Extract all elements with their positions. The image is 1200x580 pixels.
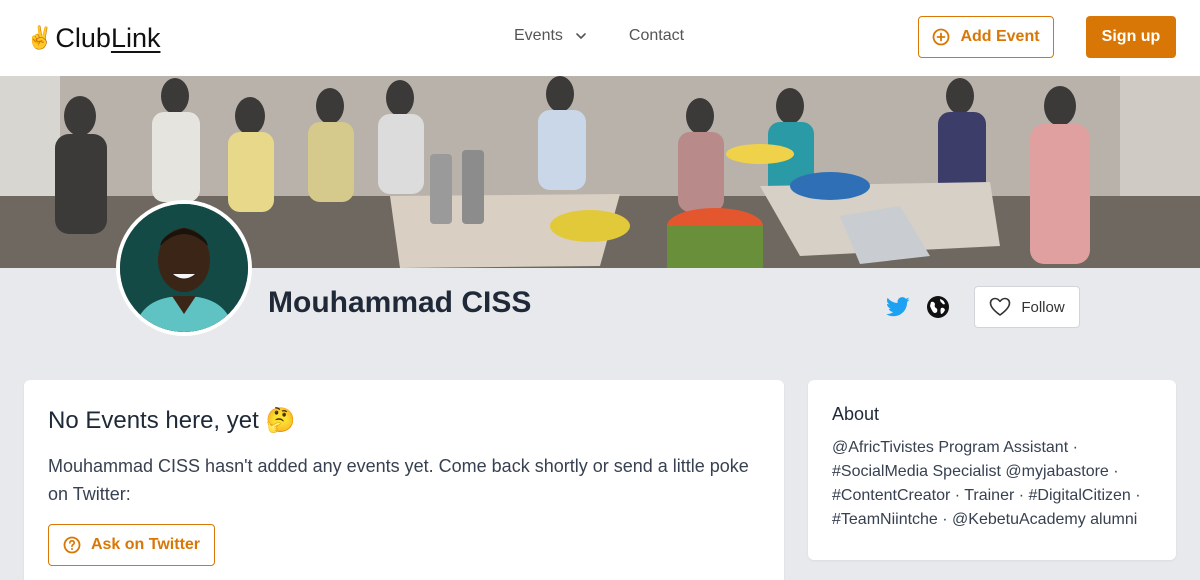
- nav-events-dropdown[interactable]: Events: [514, 27, 587, 45]
- about-card-title: About: [832, 404, 880, 424]
- sign-up-label: Sign up: [1101, 28, 1161, 45]
- profile-name: Mouhammad CISS: [268, 286, 532, 319]
- logo-text-club: Club: [55, 22, 111, 53]
- events-card-title: No Events here, yet 🤔: [48, 407, 296, 434]
- follow-label: Follow: [1021, 298, 1065, 316]
- nav-events-label: Events: [514, 27, 563, 44]
- globe-icon[interactable]: [926, 295, 950, 319]
- events-card: No Events here, yet 🤔 Mouhammad CISS has…: [24, 380, 784, 580]
- add-event-label: Add Event: [960, 28, 1040, 45]
- about-card: About @AfricTivistes Program Assistant ·…: [808, 380, 1176, 560]
- main-nav: Events Contact: [514, 27, 684, 45]
- avatar-illustration: [120, 204, 248, 332]
- about-bio: @AfricTivistes Program Assistant · #Soci…: [832, 439, 1141, 528]
- ask-on-twitter-label: Ask on Twitter: [90, 536, 201, 553]
- chevron-down-icon: [576, 33, 586, 39]
- avatar-image: [120, 204, 248, 332]
- heart-icon: [990, 297, 1011, 316]
- top-navbar: ✌️ Club Link Events Contact Add Event Sig…: [0, 0, 1200, 76]
- twitter-icon[interactable]: [886, 296, 910, 318]
- help-circle-icon: [63, 536, 81, 554]
- follow-button[interactable]: Follow: [974, 286, 1080, 328]
- logo-text-link: Link: [110, 22, 161, 53]
- add-event-button[interactable]: Add Event: [918, 16, 1054, 58]
- plus-circle-icon: [933, 28, 950, 46]
- clublink-logo[interactable]: ✌️ Club Link: [26, 20, 160, 56]
- victory-hand-icon: ✌️: [26, 25, 54, 50]
- nav-contact-link[interactable]: Contact: [629, 27, 684, 45]
- ask-on-twitter-button[interactable]: Ask on Twitter: [48, 524, 215, 566]
- profile-avatar: [116, 200, 252, 336]
- events-card-message: Mouhammad CISS hasn't added any events y…: [48, 456, 749, 504]
- sign-up-button[interactable]: Sign up: [1086, 16, 1176, 58]
